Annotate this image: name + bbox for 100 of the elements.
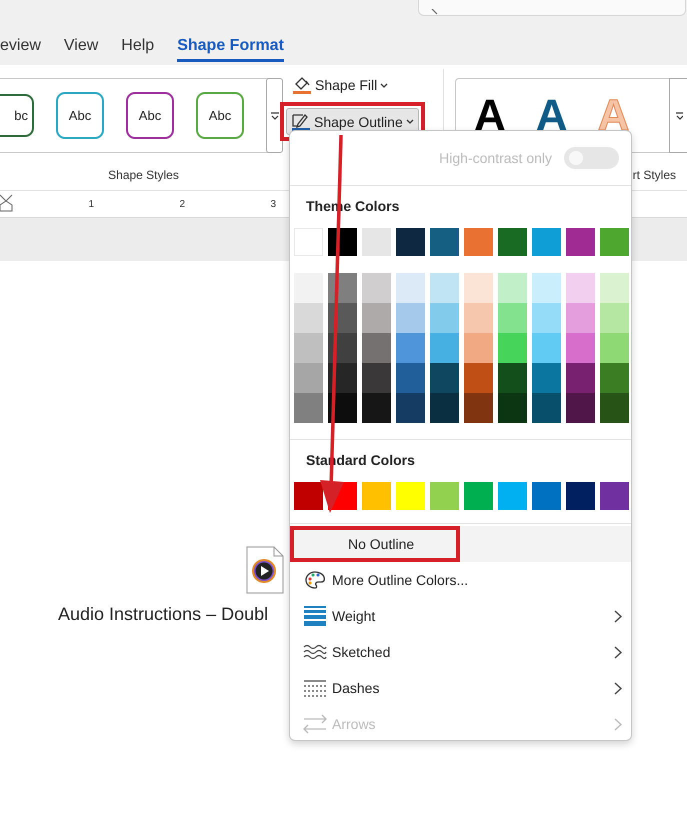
dashed-line-icon: [303, 678, 327, 698]
ruler-number: 3: [269, 198, 276, 210]
gallery-expand-button[interactable]: [266, 78, 283, 153]
color-swatch[interactable]: [532, 482, 561, 510]
shape-style-preset[interactable]: bc: [0, 94, 34, 137]
color-swatch[interactable]: [566, 363, 595, 393]
menu-item-label: No Outline: [347, 536, 414, 552]
menu-item-label: More Outline Colors...: [332, 572, 468, 588]
color-swatch[interactable]: [498, 303, 527, 333]
chevron-right-icon: [614, 682, 622, 694]
color-swatch[interactable]: [600, 482, 629, 510]
color-swatch[interactable]: [430, 333, 459, 363]
color-swatch[interactable]: [532, 228, 561, 256]
color-swatch[interactable]: [430, 363, 459, 393]
color-swatch[interactable]: [396, 333, 425, 363]
color-swatch[interactable]: [430, 228, 459, 256]
color-swatch[interactable]: [362, 303, 391, 333]
color-swatch[interactable]: [362, 333, 391, 363]
color-swatch[interactable]: [362, 273, 391, 303]
color-swatch[interactable]: [566, 333, 595, 363]
color-swatch[interactable]: [396, 482, 425, 510]
color-swatch[interactable]: [362, 363, 391, 393]
color-swatch[interactable]: [430, 482, 459, 510]
color-swatch[interactable]: [362, 482, 391, 510]
color-swatch[interactable]: [498, 363, 527, 393]
color-swatch[interactable]: [464, 393, 493, 423]
color-swatch[interactable]: [464, 303, 493, 333]
ribbon-tab[interactable]: Shape Format: [177, 37, 284, 62]
ruler-number: 1: [87, 198, 94, 210]
color-swatch[interactable]: [600, 363, 629, 393]
expand-icon: [270, 112, 280, 120]
color-swatch[interactable]: [294, 363, 323, 393]
color-swatch[interactable]: [498, 393, 527, 423]
sketched-line-icon: [303, 642, 327, 662]
color-swatch[interactable]: [464, 482, 493, 510]
color-swatch[interactable]: [600, 333, 629, 363]
shape-fill-button[interactable]: Shape Fill: [287, 73, 394, 97]
shape-style-preset[interactable]: Abc: [196, 92, 244, 139]
ruler-number: 2: [178, 198, 185, 210]
color-swatch[interactable]: [600, 273, 629, 303]
color-swatch[interactable]: [566, 393, 595, 423]
color-swatch[interactable]: [532, 273, 561, 303]
color-swatch[interactable]: [396, 273, 425, 303]
color-swatch[interactable]: [396, 363, 425, 393]
color-swatch[interactable]: [396, 393, 425, 423]
chevron-right-icon: [614, 610, 622, 622]
chevron-right-icon: [614, 718, 622, 730]
color-swatch[interactable]: [532, 303, 561, 333]
menu-item[interactable]: More Outline Colors...: [290, 562, 631, 598]
color-swatch[interactable]: [566, 303, 595, 333]
pen-outline-icon: [291, 112, 311, 132]
color-swatch[interactable]: [498, 482, 527, 510]
menu-item[interactable]: No Outline: [290, 526, 631, 562]
color-swatch[interactable]: [396, 303, 425, 333]
color-swatch[interactable]: [600, 303, 629, 333]
color-swatch[interactable]: [600, 393, 629, 423]
shape-style-preset[interactable]: Abc: [56, 92, 104, 139]
color-swatch[interactable]: [294, 393, 323, 423]
menu-item-label: Sketched: [332, 644, 390, 660]
group-label: Shape Styles: [107, 168, 180, 182]
search-field[interactable]: [418, 0, 686, 16]
shape-style-preset[interactable]: Abc: [126, 92, 174, 139]
color-swatch[interactable]: [294, 333, 323, 363]
color-swatch[interactable]: [532, 333, 561, 363]
line-weight-icon: [303, 606, 327, 626]
color-swatch[interactable]: [498, 273, 527, 303]
expand-icon: [674, 112, 682, 120]
color-swatch[interactable]: [396, 228, 425, 256]
color-swatch[interactable]: [430, 393, 459, 423]
color-swatch[interactable]: [294, 482, 323, 510]
color-swatch[interactable]: [362, 228, 391, 256]
ribbon-tab[interactable]: eview: [0, 37, 41, 62]
color-swatch[interactable]: [498, 333, 527, 363]
menu-item[interactable]: Dashes: [290, 670, 631, 706]
color-swatch[interactable]: [362, 393, 391, 423]
color-swatch[interactable]: [566, 228, 595, 256]
color-swatch[interactable]: [464, 228, 493, 256]
color-swatch[interactable]: [464, 333, 493, 363]
menu-item-label: Arrows: [332, 716, 376, 732]
color-swatch[interactable]: [566, 482, 595, 510]
palette-icon: [303, 570, 327, 590]
arrows-icon: [303, 714, 327, 734]
color-swatch[interactable]: [294, 303, 323, 333]
color-swatch[interactable]: [532, 393, 561, 423]
color-swatch[interactable]: [430, 303, 459, 333]
ribbon-tab[interactable]: View: [64, 37, 98, 62]
color-swatch[interactable]: [498, 228, 527, 256]
color-swatch[interactable]: [566, 273, 595, 303]
color-swatch[interactable]: [532, 363, 561, 393]
color-swatch[interactable]: [430, 273, 459, 303]
color-swatch[interactable]: [600, 228, 629, 256]
menu-item[interactable]: Sketched: [290, 634, 631, 670]
attachment-caption: Audio Instructions – Doubl: [58, 604, 268, 625]
color-swatch[interactable]: [294, 273, 323, 303]
gallery-expand-button[interactable]: [669, 78, 687, 153]
color-swatch[interactable]: [464, 363, 493, 393]
color-swatch[interactable]: [464, 273, 493, 303]
chevron-down-icon: [380, 82, 388, 88]
ribbon-tab[interactable]: Help: [121, 37, 154, 62]
menu-item[interactable]: Weight: [290, 598, 631, 634]
